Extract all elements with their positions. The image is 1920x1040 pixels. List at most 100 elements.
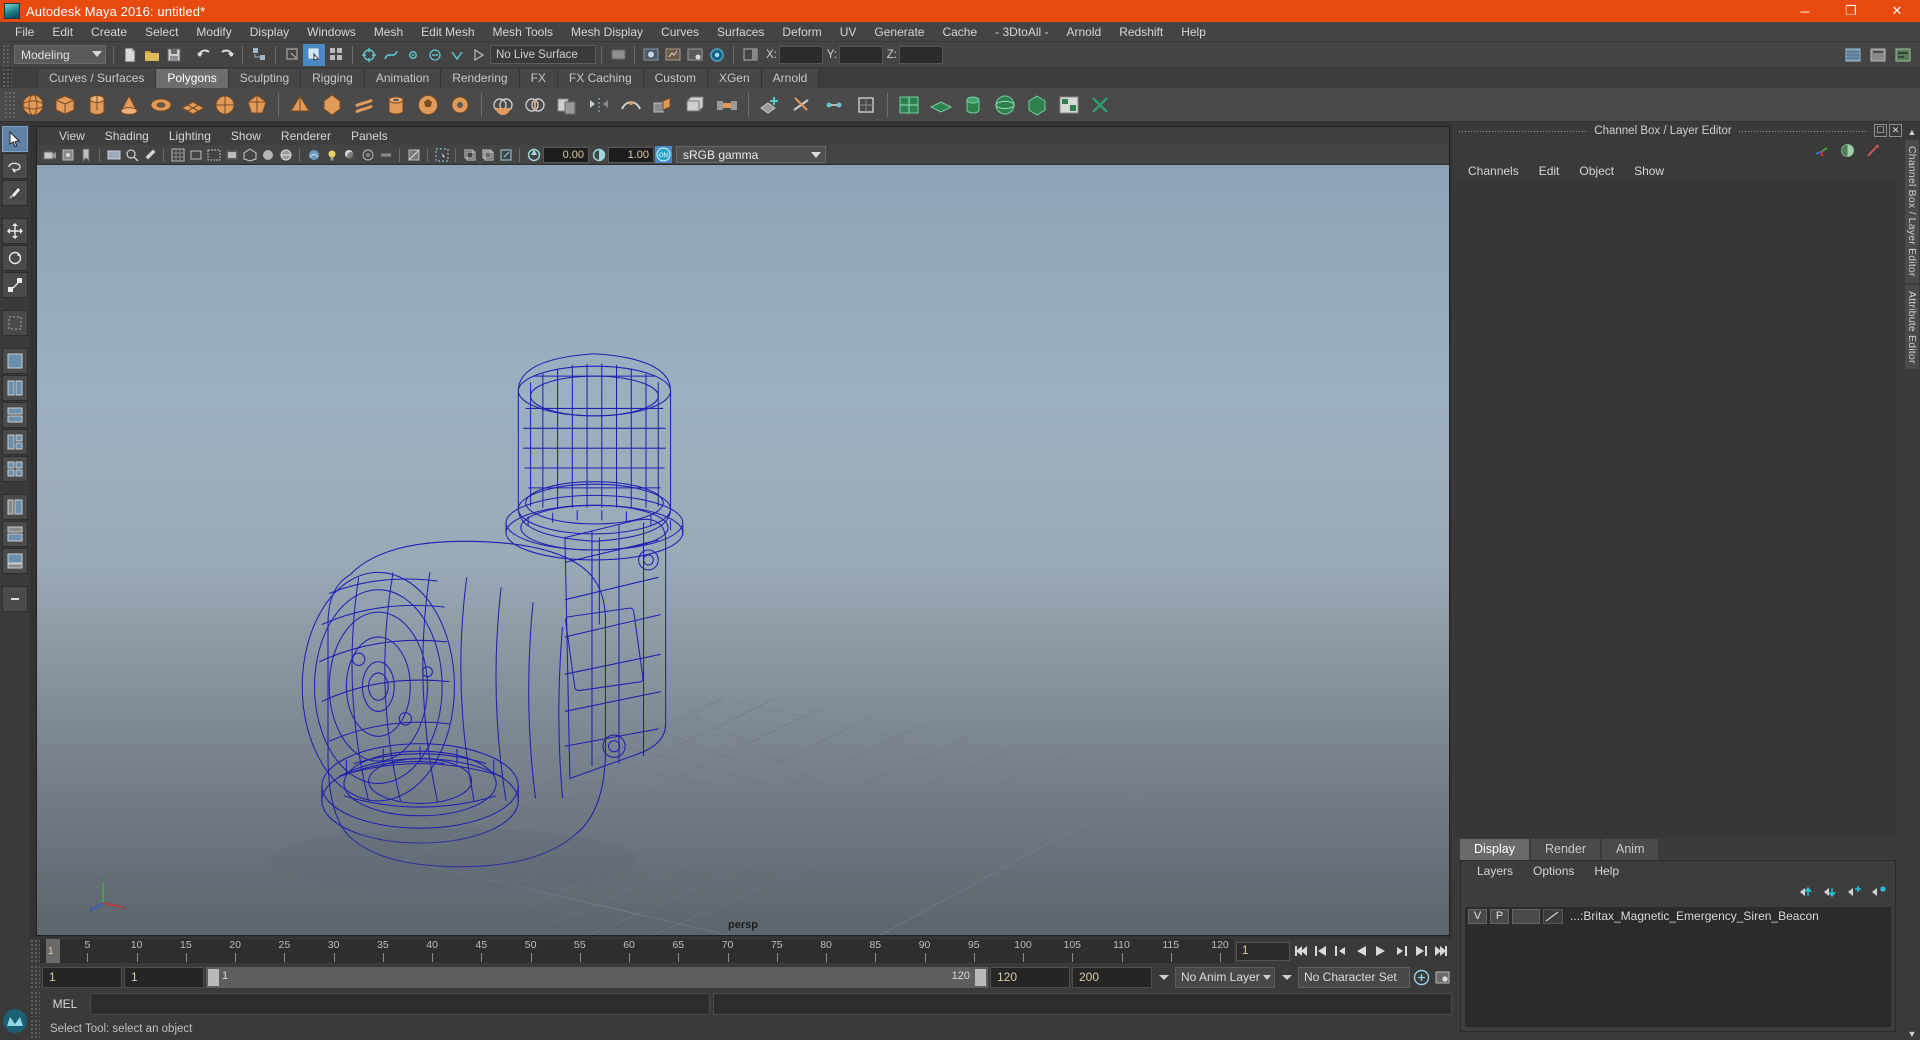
exposure-field[interactable]: 0.00 [543,146,589,163]
poly-cone-icon[interactable] [114,90,144,120]
xray-joints-icon[interactable] [479,146,496,163]
uv-layout-icon[interactable] [1054,90,1084,120]
range-slider-grip[interactable] [30,965,40,989]
uv-editor-icon[interactable] [894,90,924,120]
open-render-view-icon[interactable] [607,44,629,66]
render-settings-icon[interactable] [684,44,706,66]
menu-3dtoall[interactable]: - 3DtoAll - [986,22,1057,42]
move-layer-down-icon[interactable] [1823,886,1839,898]
go-to-start-icon[interactable] [1291,942,1310,961]
camera-attributes-icon[interactable] [59,146,76,163]
viewport-menu-renderer[interactable]: Renderer [271,127,341,145]
show-hide-attribute-editor-icon[interactable] [1867,44,1889,66]
viewport-menu-view[interactable]: View [49,127,95,145]
step-back-frame-icon[interactable] [1331,942,1350,961]
make-live-icon[interactable] [468,44,490,66]
rotate-tool[interactable] [2,245,28,271]
persp-viewport[interactable]: y x z persp [37,165,1449,935]
select-by-hierarchy-icon[interactable] [281,44,303,66]
poly-prism-icon[interactable] [317,90,347,120]
step-back-key-icon[interactable] [1311,942,1330,961]
select-camera-icon[interactable] [41,146,58,163]
film-gate-icon[interactable] [187,146,204,163]
layout-persp-outliner[interactable] [2,494,28,520]
shelf-tab-animation[interactable]: Animation [364,69,442,88]
layout-persp-graph[interactable] [2,548,28,574]
use-all-lights-icon[interactable] [323,146,340,163]
scroll-up-icon[interactable]: ▲ [1906,126,1918,138]
menu-uv[interactable]: UV [831,22,866,42]
poly-soccer-ball-icon[interactable] [413,90,443,120]
animation-start-time-field[interactable]: 1 [42,966,122,988]
grease-pencil-icon[interactable] [141,146,158,163]
shelf-tab-sculpting[interactable]: Sculpting [228,69,302,88]
snap-to-point-icon[interactable] [402,44,424,66]
menu-edit[interactable]: Edit [43,22,82,42]
menu-deform[interactable]: Deform [773,22,830,42]
command-input[interactable] [90,993,710,1015]
ambient-occlusion-icon[interactable] [359,146,376,163]
combine-icon[interactable] [488,90,518,120]
show-hide-tool-settings-icon[interactable] [1892,44,1914,66]
toggle-sidebar-icon[interactable] [739,44,761,66]
shelf-tab-custom[interactable]: Custom [643,69,708,88]
target-weld-icon[interactable] [819,90,849,120]
menu-select[interactable]: Select [136,22,187,42]
resolution-gate-icon[interactable] [205,146,222,163]
shelf-tab-rendering[interactable]: Rendering [441,69,520,88]
shelf-tab-xgen[interactable]: XGen [707,69,762,88]
channel-box-menu-object[interactable]: Object [1569,161,1624,181]
motion-blur-icon[interactable] [377,146,394,163]
command-line-grip[interactable] [30,991,40,1017]
shelf-tab-polygons[interactable]: Polygons [156,69,229,88]
last-tool[interactable] [2,310,28,336]
playback-start-time-field[interactable]: 1 [124,966,204,988]
render-current-frame-icon[interactable] [640,44,662,66]
extrude-icon[interactable] [648,90,678,120]
time-slider-cursor[interactable]: 1 [46,939,60,963]
menu-file[interactable]: File [6,22,43,42]
shaded-with-wireframe-icon[interactable] [277,146,294,163]
open-scene-icon[interactable] [141,44,163,66]
shelf-tab-arnold[interactable]: Arnold [761,69,820,88]
bridge-icon[interactable] [712,90,742,120]
shelf-tab-curves-surfaces[interactable]: Curves / Surfaces [38,69,157,88]
snap-to-curve-icon[interactable] [380,44,402,66]
menu-help[interactable]: Help [1172,22,1215,42]
chevron-down-icon[interactable] [1277,968,1296,987]
menu-edit-mesh[interactable]: Edit Mesh [412,22,483,42]
bookmarks-icon[interactable] [77,146,94,163]
layer-menu-options[interactable]: Options [1523,861,1584,881]
shelf-tab-rigging[interactable]: Rigging [301,69,365,88]
select-by-component-type-icon[interactable] [325,44,347,66]
snap-to-projected-center-icon[interactable] [424,44,446,66]
menu-modify[interactable]: Modify [187,22,240,42]
poly-cube-icon[interactable] [50,90,80,120]
redo-icon[interactable] [215,44,237,66]
layout-hypergraph[interactable] [2,521,28,547]
range-slider-right-handle[interactable] [975,968,986,986]
channel-box-menu-edit[interactable]: Edit [1529,161,1570,181]
range-slider-left-handle[interactable] [208,968,219,986]
range-slider[interactable]: 1 120 [206,966,988,988]
shelf-tab-menu-button[interactable] [12,69,38,88]
poly-torus-icon[interactable] [146,90,176,120]
step-forward-frame-icon[interactable] [1391,942,1410,961]
menu-cache[interactable]: Cache [933,22,986,42]
auto-keyframe-icon[interactable] [1412,968,1431,987]
layout-more[interactable] [2,586,28,612]
command-language-label[interactable]: MEL [40,997,90,1011]
layout-two-pane-stacked[interactable] [2,402,28,428]
layer-menu-layers[interactable]: Layers [1467,861,1523,881]
minimize-button[interactable]: ─ [1782,0,1828,22]
time-slider-grip[interactable] [30,939,40,963]
viewport-menu-lighting[interactable]: Lighting [159,127,221,145]
menu-mesh-tools[interactable]: Mesh Tools [484,22,562,42]
close-button[interactable]: ✕ [1874,0,1920,22]
poly-platonic-icon[interactable] [242,90,272,120]
shelf-tab-fx-caching[interactable]: FX Caching [557,69,644,88]
z-field[interactable] [899,45,943,64]
viewport-menu-shading[interactable]: Shading [95,127,159,145]
lasso-select-tool[interactable] [2,153,28,179]
smooth-icon[interactable] [616,90,646,120]
